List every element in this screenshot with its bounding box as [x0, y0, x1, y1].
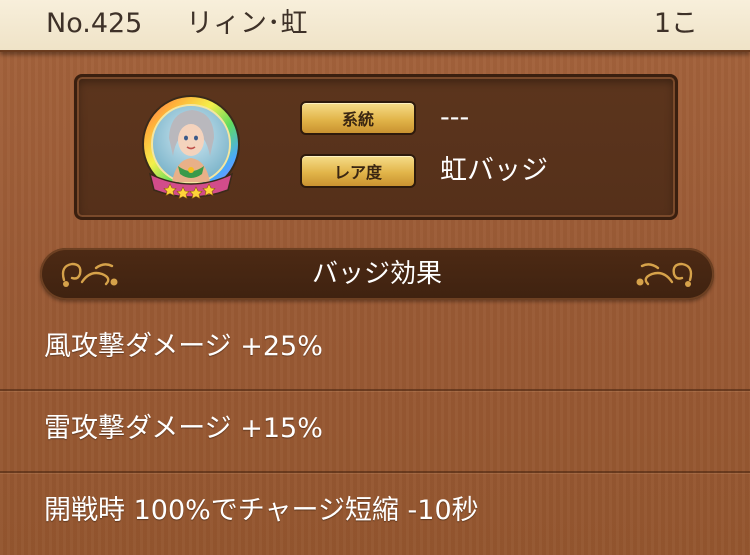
rarity-label: レア度	[300, 154, 416, 188]
badge-number: No.425	[46, 8, 143, 39]
badge-effect-header: バッジ効果	[40, 248, 714, 300]
rarity-value: 虹バッジ	[440, 155, 548, 186]
effect-row: 開戦時 100%でチャージ短縮 -10秒	[0, 471, 750, 553]
effect-text: 開戦時 100%でチャージ短縮 -10秒	[44, 495, 479, 526]
effect-text: 風攻撃ダメージ +25%	[44, 331, 323, 362]
flourish-icon	[636, 262, 693, 287]
effect-row: 風攻撃ダメージ +25%	[0, 307, 750, 391]
effect-row: 雷攻撃ダメージ +15%	[0, 389, 750, 473]
badge-count: 1こ	[653, 8, 698, 39]
system-label: 系統	[300, 101, 416, 135]
system-value: ---	[440, 102, 470, 133]
title-bar: No.425 リィン･虹 1こ	[0, 0, 750, 52]
effect-text: 雷攻撃ダメージ +15%	[44, 413, 323, 444]
badge-effect-title: バッジ効果	[311, 259, 442, 289]
badge-name: リィン･虹	[186, 8, 308, 39]
rainbow-character-badge-icon	[136, 94, 246, 202]
